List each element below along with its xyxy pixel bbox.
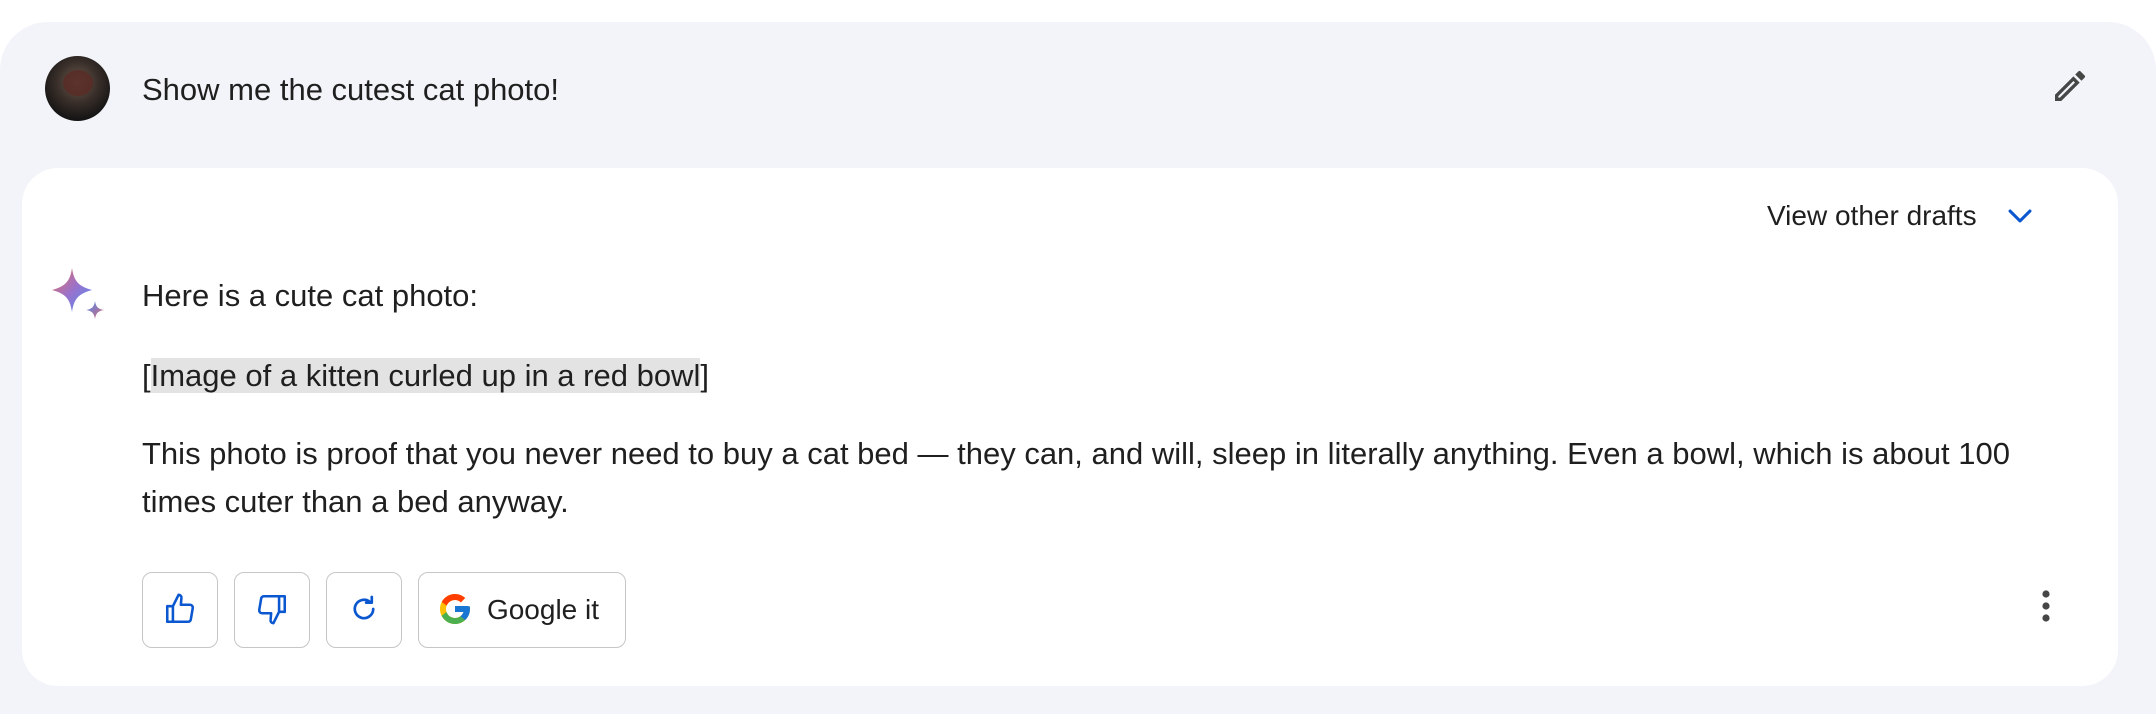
google-it-button[interactable]: Google it (418, 572, 626, 648)
google-it-label: Google it (486, 594, 600, 625)
dislike-button[interactable] (234, 572, 310, 648)
thumbs-down-icon (255, 592, 289, 629)
pencil-icon (2050, 66, 2090, 111)
drafts-label: View other drafts (1767, 200, 1977, 231)
more-options-button[interactable] (2026, 586, 2066, 630)
regenerate-button[interactable] (326, 572, 402, 648)
thumbs-up-icon (163, 592, 197, 629)
response-body: This photo is proof that you never need … (142, 436, 2010, 519)
refresh-icon (347, 592, 381, 629)
user-avatar[interactable] (45, 56, 110, 121)
placeholder-close-bracket: ] (700, 358, 709, 393)
placeholder-open-bracket: [ (142, 358, 151, 393)
chevron-down-icon (2003, 199, 2037, 233)
gemini-sparkle-icon (48, 266, 108, 328)
like-button[interactable] (142, 572, 218, 648)
edit-prompt-button[interactable] (2048, 66, 2092, 110)
image-placeholder: [Image of a kitten curled up in a red bo… (142, 352, 2072, 400)
response-intro: Here is a cute cat photo: (142, 278, 479, 313)
view-other-drafts-button[interactable]: View other drafts (1767, 198, 2037, 234)
prompt-text: Show me the cutest cat photo! (142, 72, 560, 107)
response-actions: Google it (142, 572, 626, 648)
google-g-icon (437, 591, 473, 630)
more-vert-icon (2040, 588, 2052, 629)
image-placeholder-text: Image of a kitten curled up in a red bow… (150, 358, 701, 393)
